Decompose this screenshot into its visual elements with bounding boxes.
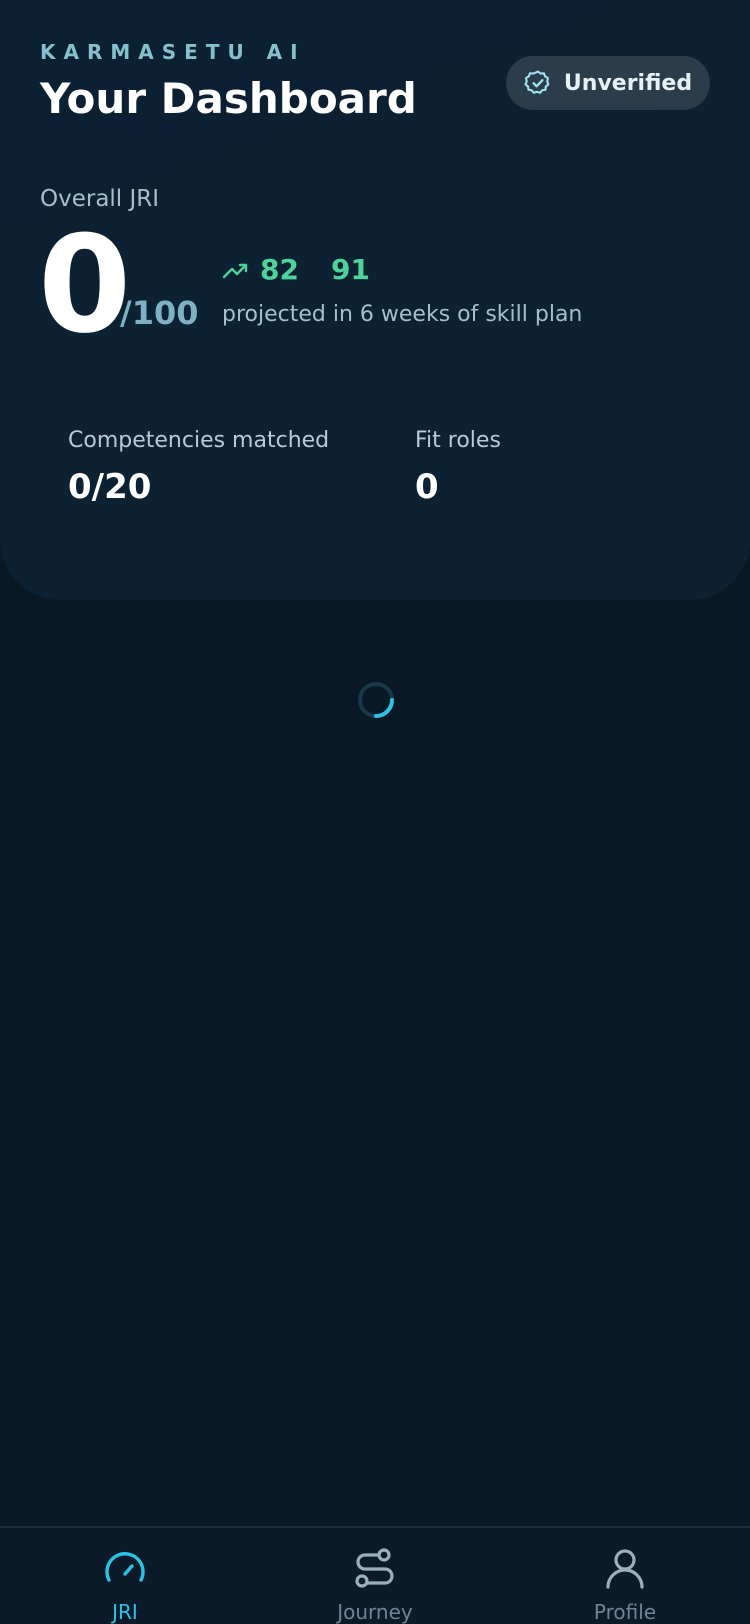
- stat-competencies: Competencies matched 0/20: [68, 428, 329, 507]
- verified-badge-icon: [524, 70, 550, 94]
- stat-label: Fit roles: [415, 428, 501, 453]
- tab-profile[interactable]: Profile: [500, 1528, 750, 1624]
- projection-values: 82 91: [222, 253, 370, 286]
- projection-value-1: 82: [260, 253, 299, 286]
- tab-label: Profile: [593, 1600, 657, 1624]
- route-icon: [355, 1548, 394, 1588]
- gauge-icon: [105, 1552, 145, 1582]
- user-icon: [606, 1549, 644, 1589]
- jri-score-max: /100: [120, 294, 199, 332]
- loading-spinner-icon: [358, 682, 394, 718]
- dashboard-screen: KARMASETU AI Your Dashboard Unverified O…: [0, 0, 750, 1624]
- tab-label: Journey: [337, 1600, 413, 1624]
- stat-value: 0/20: [68, 467, 152, 507]
- tab-journey[interactable]: Journey: [250, 1528, 500, 1624]
- score-panel: KARMASETU AI Your Dashboard Unverified O…: [0, 0, 750, 600]
- verification-badge[interactable]: Unverified: [506, 56, 710, 110]
- tab-label: JRI: [112, 1600, 138, 1624]
- projection-caption: projected in 6 weeks of skill plan: [222, 302, 583, 327]
- verification-status-label: Unverified: [563, 70, 693, 96]
- tab-jri[interactable]: JRI: [0, 1528, 250, 1624]
- stat-label: Competencies matched: [68, 428, 330, 453]
- page-title: Your Dashboard: [40, 74, 417, 123]
- bottom-tab-bar: JRI Journey Profile: [0, 1526, 750, 1624]
- stat-fit-roles: Fit roles 0: [415, 428, 501, 507]
- stat-value: 0: [415, 467, 439, 507]
- trending-up-icon: [222, 263, 248, 278]
- jri-score-value: 0: [38, 207, 132, 363]
- brand-name: KARMASETU AI: [40, 40, 306, 64]
- projection-value-2: 91: [330, 253, 370, 286]
